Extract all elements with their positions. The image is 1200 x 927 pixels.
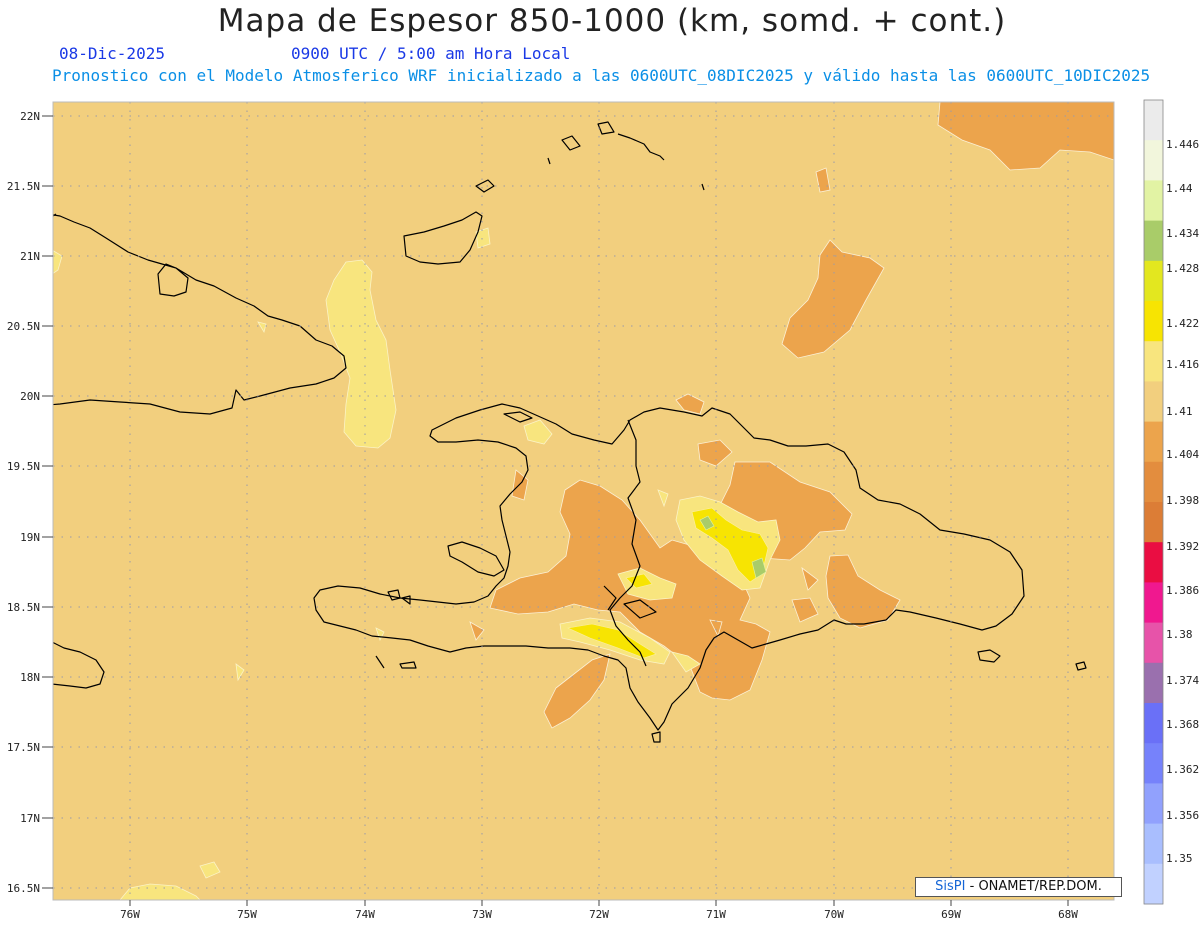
colorbar-swatch [1144, 863, 1163, 905]
colorbar-swatch [1144, 461, 1163, 503]
credit-box: SisPI - ONAMET/REP.DOM. [915, 877, 1122, 897]
colorbar [1144, 100, 1163, 905]
colorbar-labels: 1.446 1.44 1.434 1.428 1.422 1.416 1.41 … [1166, 138, 1199, 865]
lat-label: 21N [20, 250, 40, 263]
colorbar-label: 1.38 [1166, 628, 1193, 641]
lon-label: 71W [706, 908, 726, 921]
longitude-ticks [129, 900, 1069, 906]
colorbar-label: 1.374 [1166, 674, 1199, 687]
colorbar-swatch [1144, 703, 1163, 744]
colorbar-swatch [1144, 341, 1163, 382]
colorbar-swatch [1144, 823, 1163, 865]
colorbar-swatch [1144, 542, 1163, 583]
colorbar-label: 1.35 [1166, 852, 1193, 865]
lon-label: 70W [824, 908, 844, 921]
lat-label: 16.5N [7, 882, 40, 895]
credit-org: - ONAMET/REP.DOM. [965, 879, 1102, 894]
colorbar-label: 1.392 [1166, 540, 1199, 553]
colorbar-swatch [1144, 662, 1163, 704]
colorbar-swatch [1144, 301, 1163, 342]
colorbar-swatch [1144, 180, 1163, 222]
lat-label: 18.5N [7, 601, 40, 614]
lon-label: 73W [472, 908, 492, 921]
lat-label: 20N [20, 390, 40, 403]
lat-label: 18N [20, 671, 40, 684]
latitude-ticks [42, 115, 53, 889]
colorbar-swatch [1144, 582, 1163, 624]
colorbar-swatch [1144, 381, 1163, 423]
colorbar-label: 1.434 [1166, 227, 1199, 240]
colorbar-swatch [1144, 622, 1163, 664]
colorbar-swatch [1144, 421, 1163, 463]
colorbar-label: 1.446 [1166, 138, 1199, 151]
lat-label: 22N [20, 110, 40, 123]
colorbar-label: 1.422 [1166, 317, 1199, 330]
colorbar-label: 1.404 [1166, 448, 1199, 461]
colorbar-label: 1.41 [1166, 405, 1193, 418]
colorbar-label: 1.386 [1166, 584, 1199, 597]
colorbar-swatch [1144, 100, 1163, 141]
lon-label: 69W [941, 908, 961, 921]
colorbar-label: 1.368 [1166, 718, 1199, 731]
colorbar-label: 1.428 [1166, 262, 1199, 275]
lon-label: 76W [120, 908, 140, 921]
lon-label: 68W [1058, 908, 1078, 921]
colorbar-swatch [1144, 260, 1163, 302]
lon-label: 75W [237, 908, 257, 921]
lat-label: 20.5N [7, 320, 40, 333]
lat-label: 21.5N [7, 180, 40, 193]
colorbar-label: 1.356 [1166, 809, 1199, 822]
lon-label: 72W [589, 908, 609, 921]
credit-brand: SisPI [935, 879, 966, 894]
lat-label: 19N [20, 531, 40, 544]
lat-label: 17N [20, 812, 40, 825]
colorbar-swatch [1144, 502, 1163, 543]
lat-label: 17.5N [7, 741, 40, 754]
colorbar-swatch [1144, 220, 1163, 262]
colorbar-label: 1.44 [1166, 182, 1193, 195]
colorbar-swatch [1144, 783, 1163, 825]
lon-label: 74W [355, 908, 375, 921]
colorbar-swatch [1144, 140, 1163, 181]
thickness-map: 22N 21.5N 21N 20.5N 20N 19.5N 19N 18.5N … [7, 99, 1199, 921]
colorbar-swatch [1144, 743, 1163, 784]
colorbar-label: 1.398 [1166, 494, 1199, 507]
colorbar-label: 1.362 [1166, 763, 1199, 776]
lat-label: 19.5N [7, 460, 40, 473]
longitude-axis: 76W 75W 74W 73W 72W 71W 70W 69W 68W [120, 908, 1078, 921]
colorbar-label: 1.416 [1166, 358, 1199, 371]
latitude-axis: 22N 21.5N 21N 20.5N 20N 19.5N 19N 18.5N … [7, 110, 40, 895]
